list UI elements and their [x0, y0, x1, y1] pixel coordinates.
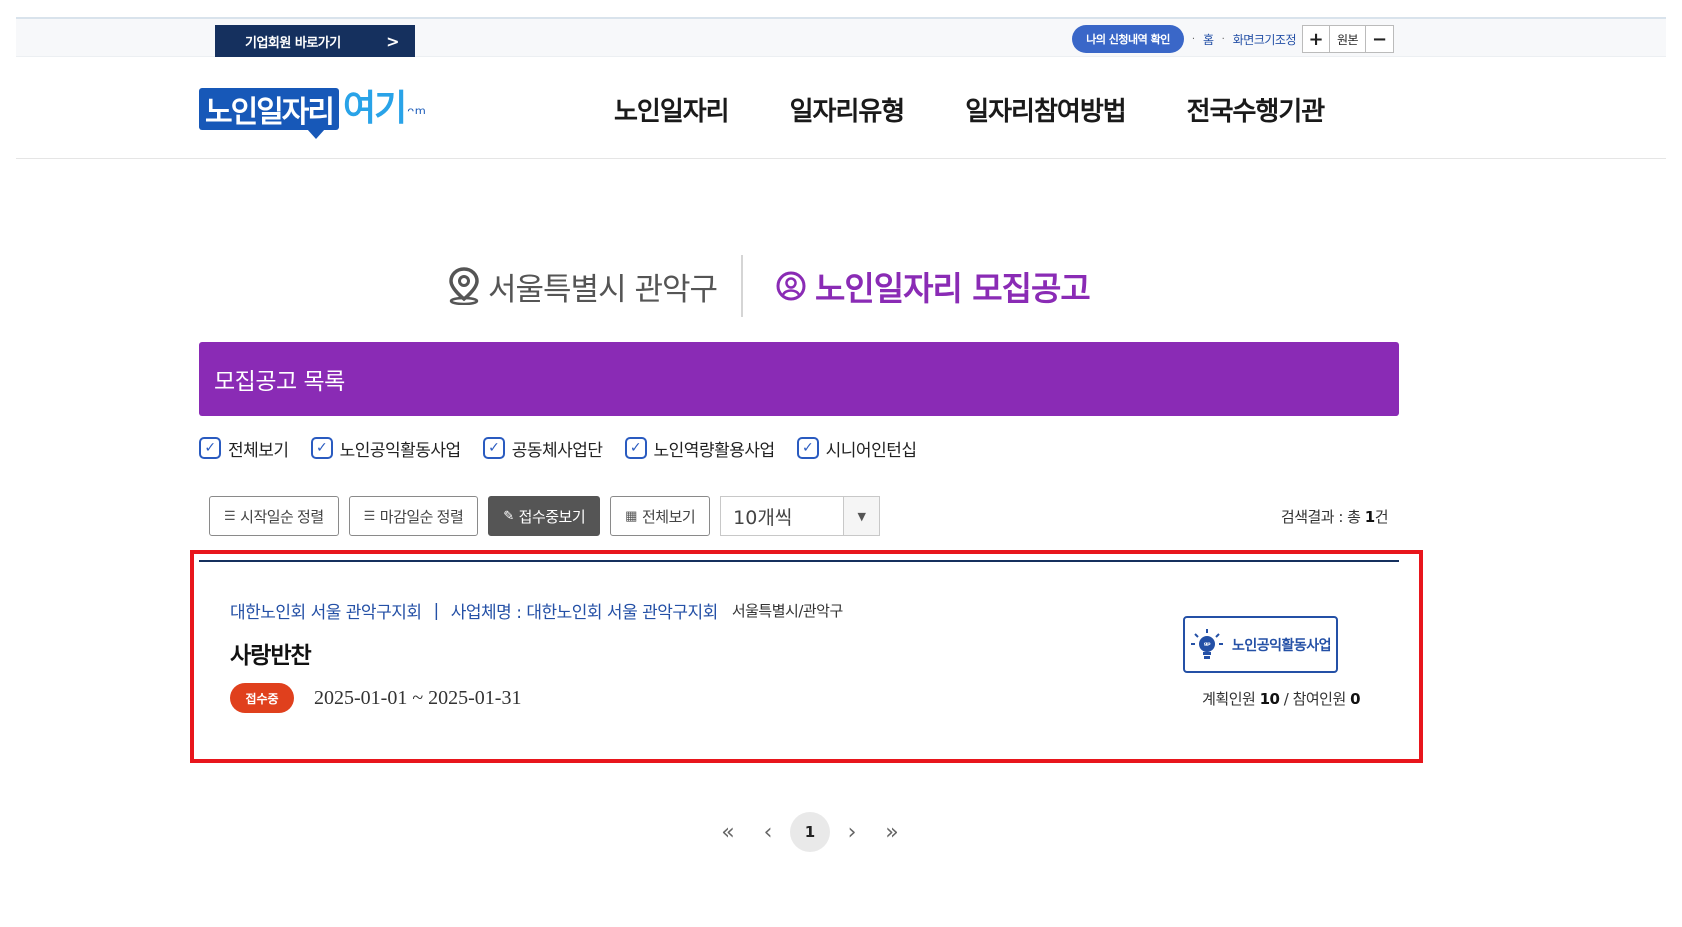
job-type-badge: ᵍᵖ 노인공익활동사업	[1183, 616, 1338, 673]
lightbulb-icon: ᵍᵖ	[1190, 628, 1223, 659]
sort-by-deadline-label: 마감일순 정렬	[379, 508, 464, 526]
checkbox-checked-icon[interactable]: ✓	[310, 437, 333, 459]
utility-bar: 기업회원 바로가기 > 나의 신청내역 확인 · 홈 · 화면크기조정 + 원본…	[16, 17, 1666, 57]
page-size-value: 10개씩	[733, 506, 793, 529]
recruitment-period: 2025-01-01 ~ 2025-01-31	[314, 686, 522, 709]
filter-senior-internship[interactable]: ✓ 시니어인턴십	[796, 436, 917, 461]
home-link[interactable]: 홈	[1203, 31, 1214, 48]
separator-dot: ·	[1221, 33, 1225, 45]
result-suffix: 건	[1374, 508, 1389, 526]
page-title-text: 노인일자리 모집공고	[815, 269, 1091, 308]
zoom-controls: + 원본 −	[1302, 25, 1394, 53]
headcount-info: 계획인원 10 / 참여인원 0	[1202, 688, 1360, 709]
logo-accent-text: 여기	[343, 88, 407, 129]
result-prefix: 검색결과 : 총	[1280, 508, 1365, 526]
view-all-button[interactable]: ▦ 전체보기	[610, 496, 711, 536]
filter-checkboxes: ✓ 전체보기 ✓ 노인공익활동사업 ✓ 공동체사업단 ✓ 노인역량활용사업 ✓ …	[199, 434, 939, 462]
next-page-icon[interactable]: ›	[832, 812, 872, 852]
filter-all[interactable]: ✓ 전체보기	[199, 436, 289, 461]
pencil-icon: ✎	[503, 508, 514, 523]
location-pin-icon	[449, 267, 479, 305]
nav-item-senior-jobs[interactable]: 노인일자리	[614, 91, 730, 128]
corporate-member-link[interactable]: 기업회원 바로가기 >	[215, 25, 415, 57]
caret-down-icon[interactable]: ▼	[843, 497, 880, 535]
checkbox-checked-icon[interactable]: ✓	[199, 437, 221, 459]
location-heading: 서울특별시 관악구	[448, 264, 718, 309]
list-header-bar: 모집공고 목록	[199, 342, 1399, 416]
filter-label: 시니어인턴십	[825, 440, 917, 461]
page-number-current[interactable]: 1	[790, 812, 830, 852]
site-header: 노인일자리 여기 ᵔᵐ 노인일자리 일자리유형 일자리참여방법 전국수행기관	[16, 57, 1666, 159]
first-page-icon[interactable]: «	[708, 812, 748, 852]
my-application-button[interactable]: 나의 신청내역 확인	[1072, 25, 1184, 53]
screen-size-label: 화면크기조정	[1232, 32, 1297, 47]
checkbox-checked-icon[interactable]: ✓	[624, 437, 647, 459]
svg-text:ᵍᵖ: ᵍᵖ	[1204, 640, 1211, 649]
list-header-text: 모집공고 목록	[214, 369, 345, 395]
filter-label: 노인역량활용사업	[653, 440, 776, 461]
view-all-label: 전체보기	[641, 508, 696, 526]
zoom-in-button[interactable]: +	[1303, 26, 1330, 52]
nav-item-how-to-join[interactable]: 일자리참여방법	[965, 91, 1126, 128]
heading-divider	[741, 255, 744, 317]
filter-community-business[interactable]: ✓ 공동체사업단	[482, 436, 603, 461]
main-nav: 노인일자리 일자리유형 일자리참여방법 전국수행기관	[614, 91, 1326, 128]
headcount-separator: /	[1279, 690, 1293, 708]
region-text: 서울특별시/관악구	[731, 602, 843, 620]
corporate-member-label: 기업회원 바로가기	[245, 35, 341, 51]
business-name[interactable]: 사업체명 : 대한노인회 서울 관악구지회	[451, 598, 719, 623]
filter-label: 공동체사업단	[511, 440, 603, 461]
job-title[interactable]: 사랑반찬	[230, 636, 312, 670]
chevron-right-icon: >	[386, 31, 399, 51]
list-toolbar: ☰ 시작일순 정렬 ☰ 마감일순 정렬 ✎ 접수중보기 ▦ 전체보기 10개씩 …	[209, 496, 881, 536]
zoom-out-button[interactable]: −	[1366, 26, 1393, 52]
status-row: 접수중 2025-01-01 ~ 2025-01-31	[230, 683, 521, 713]
planned-label: 계획인원	[1202, 690, 1256, 708]
filter-public-activity[interactable]: ✓ 노인공익활동사업	[310, 436, 462, 461]
sort-by-start-button[interactable]: ☰ 시작일순 정렬	[209, 496, 339, 536]
page-size-select[interactable]: 10개씩 ▼	[720, 496, 881, 536]
sort-by-deadline-button[interactable]: ☰ 마감일순 정렬	[348, 496, 479, 536]
view-open-button[interactable]: ✎ 접수중보기	[488, 496, 601, 536]
list-icon: ☰	[363, 508, 376, 523]
result-number: 1	[1364, 508, 1375, 526]
zoom-original-button[interactable]: 원본	[1330, 26, 1366, 52]
job-type-label: 노인공익활동사업	[1231, 637, 1332, 654]
list-icon: ☰	[224, 508, 236, 523]
joined-count: 0	[1350, 690, 1360, 708]
status-badge: 접수중	[230, 683, 294, 713]
filter-capability-utilization[interactable]: ✓ 노인역량활용사업	[624, 436, 776, 461]
filter-label: 노인공익활동사업	[339, 440, 462, 461]
view-open-label: 접수중보기	[518, 508, 586, 526]
sort-by-start-label: 시작일순 정렬	[240, 508, 324, 526]
organization-name[interactable]: 대한노인회 서울 관악구지회	[230, 598, 422, 623]
location-text: 서울특별시 관악구	[488, 271, 718, 308]
result-count: 검색결과 : 총 1건	[1280, 506, 1389, 527]
utility-links: 나의 신청내역 확인 · 홈 · 화면크기조정 + 원본 −	[1072, 25, 1394, 53]
nav-item-agencies[interactable]: 전국수행기관	[1187, 91, 1326, 128]
planned-count: 10	[1259, 690, 1280, 708]
page-title: 노인일자리 모집공고	[775, 262, 1091, 310]
result-meta: 대한노인회 서울 관악구지회 | 사업체명 : 대한노인회 서울 관악구지회 서…	[230, 598, 843, 624]
separator-dot: ·	[1191, 33, 1196, 45]
grid-icon: ▦	[625, 508, 637, 523]
meta-separator: |	[433, 600, 440, 621]
last-page-icon[interactable]: »	[872, 812, 912, 852]
filter-label: 전체보기	[228, 440, 289, 461]
user-circle-icon	[776, 271, 806, 301]
pagination: « ‹ 1 › »	[708, 812, 912, 852]
prev-page-icon[interactable]: ‹	[748, 812, 788, 852]
page: 기업회원 바로가기 > 나의 신청내역 확인 · 홈 · 화면크기조정 + 원본…	[0, 0, 1682, 927]
checkbox-checked-icon[interactable]: ✓	[482, 437, 505, 459]
checkbox-checked-icon[interactable]: ✓	[796, 437, 819, 459]
logo-mark-icon: ᵔᵐ	[407, 104, 426, 125]
logo-main-text: 노인일자리	[199, 88, 339, 139]
nav-item-job-types[interactable]: 일자리유형	[790, 91, 906, 128]
page-heading-row: 서울특별시 관악구 노인일자리 모집공고	[448, 254, 1091, 318]
site-logo[interactable]: 노인일자리 여기 ᵔᵐ	[199, 84, 426, 139]
joined-label: 참여인원	[1292, 690, 1347, 708]
